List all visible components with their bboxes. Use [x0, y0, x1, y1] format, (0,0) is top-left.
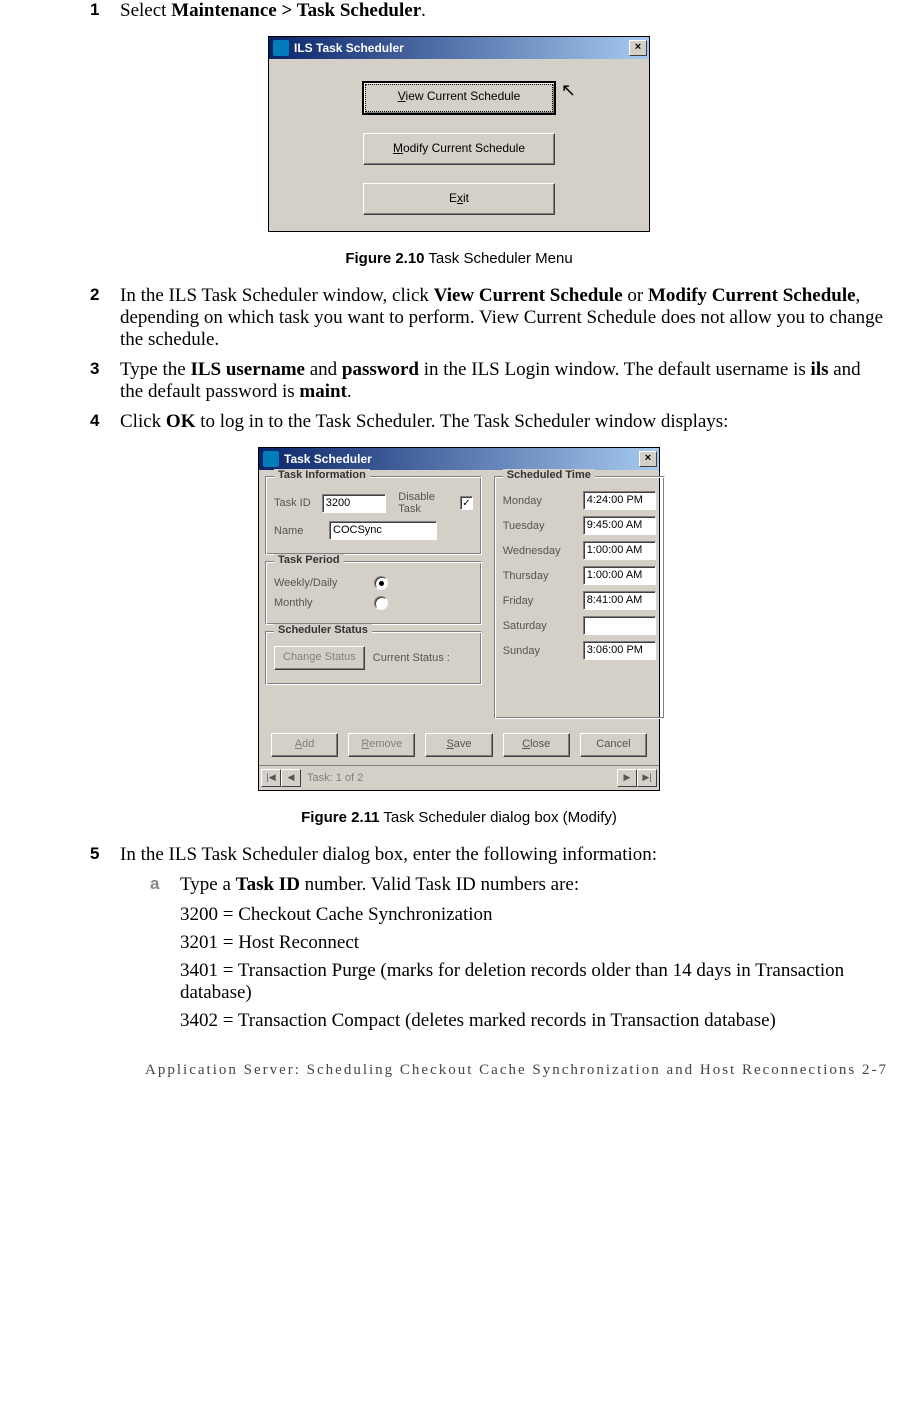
monthly-radio[interactable]	[374, 596, 388, 610]
task-id-label: Task ID	[274, 497, 322, 509]
wednesday-label: Wednesday	[503, 545, 583, 557]
nav-first-button[interactable]: |◀	[261, 769, 281, 787]
step-5a-text: Type a Task ID number. Valid Task ID num…	[180, 874, 579, 895]
save-button[interactable]: Save	[425, 733, 492, 757]
step-1: 1 Select Maintenance > Task Scheduler.	[90, 0, 888, 22]
monthly-label: Monthly	[274, 597, 374, 609]
step-1-num: 1	[90, 0, 99, 20]
close-icon[interactable]: ×	[639, 451, 657, 467]
tuesday-input[interactable]: 9:45:00 AM	[583, 516, 656, 535]
app-icon	[263, 451, 279, 467]
monday-label: Monday	[503, 495, 583, 507]
change-status-button[interactable]: Change Status	[274, 646, 365, 670]
modify-current-schedule-button[interactable]: Modify Current Schedule	[363, 133, 555, 165]
scheduler-status-group: Scheduler Status Change Status Current S…	[265, 631, 482, 685]
step-3-text: Type the ILS username and password in th…	[120, 359, 861, 402]
thursday-input[interactable]: 1:00:00 AM	[583, 566, 656, 585]
current-status-label: Current Status :	[373, 652, 450, 664]
exit-button[interactable]: Exit	[363, 183, 555, 215]
dialog1-title: ILS Task Scheduler	[294, 41, 404, 55]
cursor-icon: ↖	[561, 77, 576, 103]
dialog2-titlebar: Task Scheduler ×	[259, 448, 659, 470]
task-information-group: Task Information Task ID 3200 Disable Ta…	[265, 476, 482, 555]
step-2-num: 2	[90, 285, 99, 305]
step-5-num: 5	[90, 844, 99, 864]
name-input[interactable]: COCSync	[329, 521, 437, 540]
weekly-daily-label: Weekly/Daily	[274, 577, 374, 589]
step-5-text: In the ILS Task Scheduler dialog box, en…	[120, 844, 657, 865]
taskid-3401-line: 3401 = Transaction Purge (marks for dele…	[180, 960, 888, 1004]
taskid-3402-line: 3402 = Transaction Compact (deletes mark…	[180, 1010, 888, 1032]
scheduled-time-group: Scheduled Time Monday4:24:00 PM Tuesday9…	[494, 476, 665, 719]
dialog1-titlebar: ILS Task Scheduler ×	[269, 37, 649, 59]
task-scheduler-dialog: Task Scheduler × Task Information Task I…	[258, 447, 660, 791]
close-button[interactable]: Close	[503, 733, 570, 757]
ils-task-scheduler-dialog: ILS Task Scheduler × View Current Schedu…	[268, 36, 650, 232]
wednesday-input[interactable]: 1:00:00 AM	[583, 541, 656, 560]
friday-input[interactable]: 8:41:00 AM	[583, 591, 656, 610]
step-2: 2 In the ILS Task Scheduler window, clic…	[90, 285, 888, 351]
sunday-input[interactable]: 3:06:00 PM	[583, 641, 656, 660]
thursday-label: Thursday	[503, 570, 583, 582]
record-navigator: |◀ ◀ Task: 1 of 2 ▶ ▶|	[259, 765, 659, 790]
tuesday-label: Tuesday	[503, 520, 583, 532]
cancel-button[interactable]: Cancel	[580, 733, 647, 757]
task-id-input[interactable]: 3200	[322, 494, 386, 513]
disable-task-checkbox[interactable]: ✓	[460, 496, 472, 510]
scheduled-time-legend: Scheduled Time	[503, 469, 595, 481]
scheduler-status-legend: Scheduler Status	[274, 624, 372, 636]
taskid-3200-line: 3200 = Checkout Cache Synchronization	[180, 904, 888, 926]
friday-label: Friday	[503, 595, 583, 607]
taskid-3201-line: 3201 = Host Reconnect	[180, 932, 888, 954]
saturday-label: Saturday	[503, 620, 583, 632]
figure-2-11-caption: Figure 2.11 Task Scheduler dialog box (M…	[30, 809, 888, 826]
step-3-num: 3	[90, 359, 99, 379]
task-information-legend: Task Information	[274, 469, 370, 481]
disable-task-label: Disable Task	[398, 491, 452, 515]
nav-prev-button[interactable]: ◀	[281, 769, 301, 787]
view-current-schedule-button[interactable]: View Current Schedule ↖	[362, 81, 556, 115]
task-period-group: Task Period Weekly/Daily Monthly	[265, 561, 482, 625]
remove-button[interactable]: Remove	[348, 733, 415, 757]
page-footer: Application Server: Scheduling Checkout …	[30, 1062, 888, 1079]
step-4-num: 4	[90, 411, 99, 431]
app-icon	[273, 40, 289, 56]
step-4: 4 Click OK to log in to the Task Schedul…	[90, 411, 888, 433]
sunday-label: Sunday	[503, 645, 583, 657]
step-1-text: Select Maintenance > Task Scheduler.	[120, 0, 426, 21]
name-label: Name	[274, 525, 329, 537]
nav-last-button[interactable]: ▶|	[637, 769, 657, 787]
nav-position-label: Task: 1 of 2	[307, 772, 363, 784]
add-button[interactable]: Add	[271, 733, 338, 757]
step-3: 3 Type the ILS username and password in …	[90, 359, 888, 403]
dialog2-title: Task Scheduler	[284, 452, 372, 466]
step-4-text: Click OK to log in to the Task Scheduler…	[120, 411, 728, 432]
nav-next-button[interactable]: ▶	[617, 769, 637, 787]
step-5a: a Type a Task ID number. Valid Task ID n…	[150, 874, 888, 896]
step-5: 5 In the ILS Task Scheduler dialog box, …	[90, 844, 888, 1032]
step-2-text: In the ILS Task Scheduler window, click …	[120, 285, 883, 350]
figure-2-10-caption: Figure 2.10 Task Scheduler Menu	[30, 250, 888, 267]
task-period-legend: Task Period	[274, 554, 344, 566]
weekly-daily-radio[interactable]	[374, 576, 388, 590]
close-icon[interactable]: ×	[629, 40, 647, 56]
monday-input[interactable]: 4:24:00 PM	[583, 491, 656, 510]
saturday-input[interactable]	[583, 616, 656, 635]
step-5a-letter: a	[150, 874, 159, 894]
